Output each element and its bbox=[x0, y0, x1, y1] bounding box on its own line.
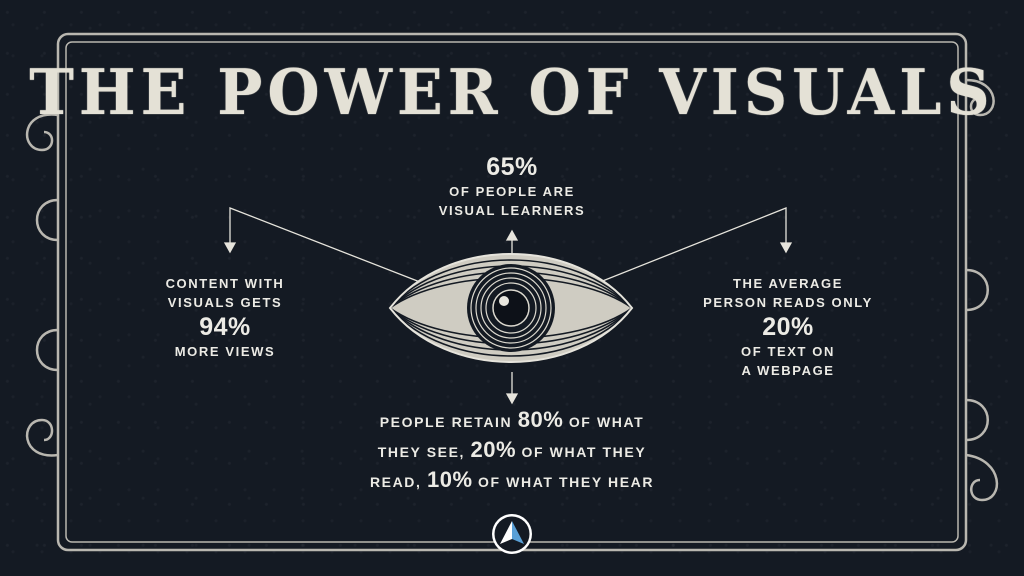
stat-text: THE AVERAGE bbox=[732, 276, 844, 291]
triangle-logo-icon bbox=[492, 514, 532, 554]
stat-text: A WEBPAGE bbox=[741, 363, 835, 378]
stat-value: 65% bbox=[486, 153, 538, 181]
page-title: THE POWER OF VISUALS bbox=[29, 56, 995, 130]
stat-content-views: CONTENT WITH VISUALS GETS 94% MORE VIEWS bbox=[140, 274, 310, 361]
stat-text: CONTENT WITH bbox=[165, 276, 285, 291]
stat-retention: PEOPLE RETAIN 80% OF WHAT THEY SEE, 20% … bbox=[330, 406, 694, 496]
stat-text: PEOPLE RETAIN bbox=[379, 414, 513, 430]
stat-value: 80% bbox=[517, 407, 564, 432]
stat-value: 94% bbox=[199, 313, 251, 341]
stat-value: 20% bbox=[470, 437, 517, 462]
stat-visual-learners: 65% OF PEOPLE ARE VISUAL LEARNERS bbox=[392, 152, 632, 220]
stat-text: MORE VIEWS bbox=[174, 344, 276, 359]
stat-text: PERSON READS ONLY bbox=[703, 295, 873, 310]
stat-text: OF WHAT bbox=[568, 414, 645, 430]
stat-text: VISUAL LEARNERS bbox=[438, 203, 586, 218]
stat-reading: THE AVERAGE PERSON READS ONLY 20% OF TEX… bbox=[678, 274, 898, 380]
stat-text: VISUALS GETS bbox=[167, 295, 283, 310]
stat-text: READ, bbox=[369, 474, 422, 490]
stat-text: THEY SEE, bbox=[377, 444, 465, 460]
stat-value: 20% bbox=[762, 313, 814, 341]
stat-text: OF TEXT ON bbox=[741, 344, 835, 359]
eye-engraving-icon bbox=[388, 253, 634, 363]
stat-value: 10% bbox=[427, 467, 473, 492]
stat-text: OF PEOPLE ARE bbox=[449, 184, 575, 199]
stat-text: OF WHAT THEY bbox=[521, 444, 647, 460]
stat-text: OF WHAT THEY HEAR bbox=[478, 474, 655, 490]
